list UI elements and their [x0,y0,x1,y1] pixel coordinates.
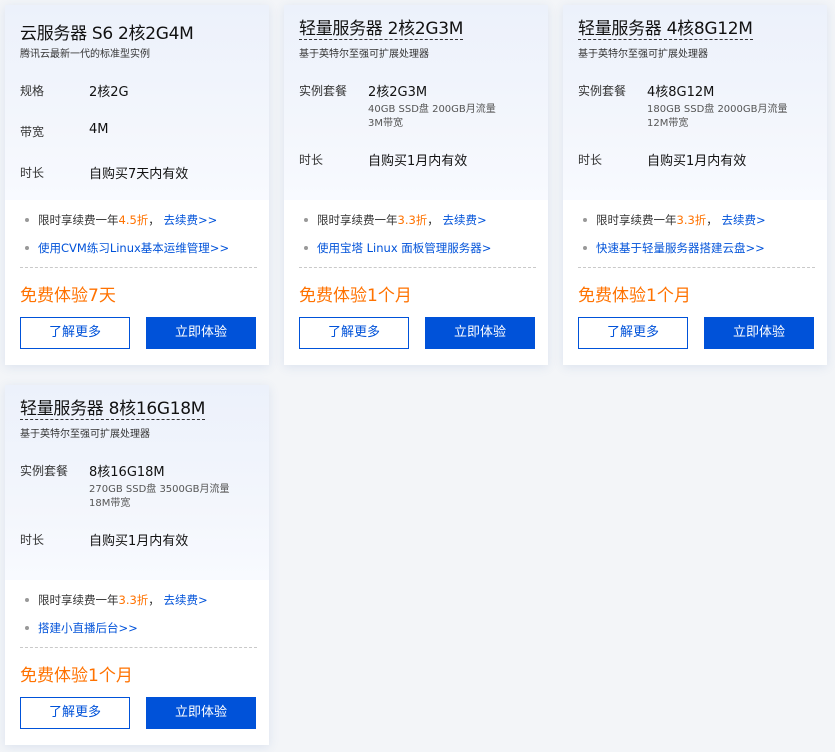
card-subtitle: 基于英特尔至强可扩展处理器 [578,49,708,60]
spec-value: 2核2G [89,85,129,100]
duration-label: 时长 [20,166,45,180]
free-trial-price: 免费体验1个月 [20,666,133,686]
bandwidth-value: 4M [89,122,109,137]
package-value: 4核8G12M [647,85,715,100]
package-detail-bandwidth: 18M带宽 [89,498,131,509]
package-detail-bandwidth: 12M带宽 [647,118,689,129]
benefit-list: 限时享续费一年3.3折， 去续费> 使用宝塔 Linux 面板管理服务器> [299,210,536,266]
card-title[interactable]: 轻量服务器 8核16G18M [20,399,205,420]
benefit-list: 限时享续费一年3.3折， 去续费> 搭建小直播后台>> [20,590,257,646]
duration-value: 自购买1月内有效 [647,154,747,169]
bandwidth-label: 带宽 [20,125,45,139]
package-value: 2核2G3M [368,85,428,100]
package-label: 实例套餐 [578,84,627,98]
renewal-discount: 3.3折 [676,213,707,227]
renewal-text: 限时享续费一年 [317,213,398,227]
learn-more-button[interactable]: 了解更多 [20,697,130,729]
package-detail-bandwidth: 3M带宽 [368,118,403,129]
renewal-offer: 限时享续费一年3.3折， 去续费> [20,590,257,618]
duration-value: 自购买1月内有效 [89,534,189,549]
free-trial-price: 免费体验1个月 [578,286,691,306]
spec-label: 规格 [20,84,45,98]
renew-link[interactable]: 去续费> [163,593,207,607]
tutorial-link[interactable]: 搭建小直播后台>> [38,621,138,635]
package-value: 8核16G18M [89,465,165,480]
bullet-dot-icon [25,218,29,222]
duration-value: 自购买1月内有效 [368,154,468,169]
dashed-divider [20,647,257,648]
tutorial-item: 搭建小直播后台>> [20,618,257,646]
duration-value: 自购买7天内有效 [89,167,189,182]
package-label: 实例套餐 [20,464,69,478]
tutorial-item: 快速基于轻量服务器搭建云盘>> [578,238,815,266]
renew-link[interactable]: 去续费> [442,213,486,227]
renew-link[interactable]: 去续费> [721,213,765,227]
package-detail-storage: 40GB SSD盘 200GB月流量 [368,104,496,115]
renewal-text: 限时享续费一年 [38,593,119,607]
bullet-dot-icon [25,598,29,602]
benefit-list: 限时享续费一年4.5折， 去续费>> 使用CVM练习Linux基本运维管理>> [20,210,257,266]
tutorial-item: 使用宝塔 Linux 面板管理服务器> [299,238,536,266]
tutorial-link[interactable]: 使用CVM练习Linux基本运维管理>> [38,241,229,255]
package-detail-storage: 270GB SSD盘 3500GB月流量 [89,484,230,495]
learn-more-button[interactable]: 了解更多 [299,317,409,349]
dashed-divider [299,267,536,268]
bullet-dot-icon [583,218,587,222]
learn-more-button[interactable]: 了解更多 [578,317,688,349]
renewal-offer: 限时享续费一年3.3折， 去续费> [578,210,815,238]
card-title: 云服务器 S6 2核2G4M [20,24,194,44]
learn-more-button[interactable]: 了解更多 [20,317,130,349]
card-title[interactable]: 轻量服务器 4核8G12M [578,19,753,40]
renew-link[interactable]: 去续费>> [163,213,217,227]
bullet-dot-icon [304,246,308,250]
duration-label: 时长 [299,153,324,167]
renewal-separator: ， [706,213,718,227]
duration-label: 时长 [20,533,45,547]
try-now-button[interactable]: 立即体验 [704,317,814,349]
try-now-button[interactable]: 立即体验 [425,317,535,349]
product-card-lighthouse-8c16g18m: 轻量服务器 8核16G18M 基于英特尔至强可扩展处理器 实例套餐 8核16G1… [5,385,269,745]
dashed-divider [20,267,257,268]
tutorial-link[interactable]: 快速基于轻量服务器搭建云盘>> [596,241,765,255]
renewal-separator: ， [148,593,160,607]
try-now-button[interactable]: 立即体验 [146,697,256,729]
benefit-list: 限时享续费一年3.3折， 去续费> 快速基于轻量服务器搭建云盘>> [578,210,815,266]
duration-label: 时长 [578,153,603,167]
package-label: 实例套餐 [299,84,348,98]
try-now-button[interactable]: 立即体验 [146,317,256,349]
renewal-separator: ， [427,213,439,227]
product-card-lighthouse-4c8g12m: 轻量服务器 4核8G12M 基于英特尔至强可扩展处理器 实例套餐 4核8G12M… [563,5,827,365]
product-card-cvm-s6: 云服务器 S6 2核2G4M 腾讯云最新一代的标准型实例 规格 2核2G 带宽 … [5,5,269,365]
renewal-discount: 3.3折 [118,593,149,607]
renewal-discount: 3.3折 [397,213,428,227]
tutorial-item: 使用CVM练习Linux基本运维管理>> [20,238,257,266]
tutorial-link[interactable]: 使用宝塔 Linux 面板管理服务器> [317,241,491,255]
dashed-divider [578,267,815,268]
card-subtitle: 基于英特尔至强可扩展处理器 [20,429,150,440]
card-title[interactable]: 轻量服务器 2核2G3M [299,19,463,40]
renewal-text: 限时享续费一年 [596,213,677,227]
free-trial-price: 免费体验7天 [20,286,116,306]
bullet-dot-icon [25,246,29,250]
package-detail-storage: 180GB SSD盘 2000GB月流量 [647,104,788,115]
product-card-lighthouse-2c2g3m: 轻量服务器 2核2G3M 基于英特尔至强可扩展处理器 实例套餐 2核2G3M 4… [284,5,548,365]
renewal-offer: 限时享续费一年3.3折， 去续费> [299,210,536,238]
bullet-dot-icon [583,246,587,250]
renewal-discount: 4.5折 [118,213,149,227]
card-subtitle: 腾讯云最新一代的标准型实例 [20,49,150,60]
bullet-dot-icon [25,626,29,630]
renewal-text: 限时享续费一年 [38,213,119,227]
renewal-offer: 限时享续费一年4.5折， 去续费>> [20,210,257,238]
renewal-separator: ， [148,213,160,227]
card-subtitle: 基于英特尔至强可扩展处理器 [299,49,429,60]
free-trial-price: 免费体验1个月 [299,286,412,306]
bullet-dot-icon [304,218,308,222]
